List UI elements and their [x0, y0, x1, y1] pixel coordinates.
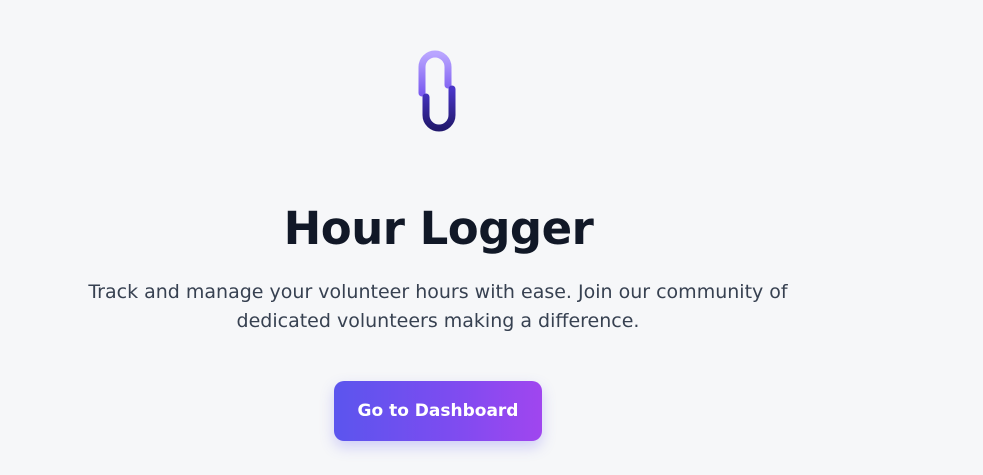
page-subtitle: Track and manage your volunteer hours wi…: [88, 281, 788, 332]
landing-hero: Hour Logger Track and manage your volunt…: [0, 0, 983, 475]
go-to-dashboard-button[interactable]: Go to Dashboard: [334, 381, 542, 441]
logo-icon: [413, 49, 461, 133]
page-title: Hour Logger: [283, 202, 594, 255]
